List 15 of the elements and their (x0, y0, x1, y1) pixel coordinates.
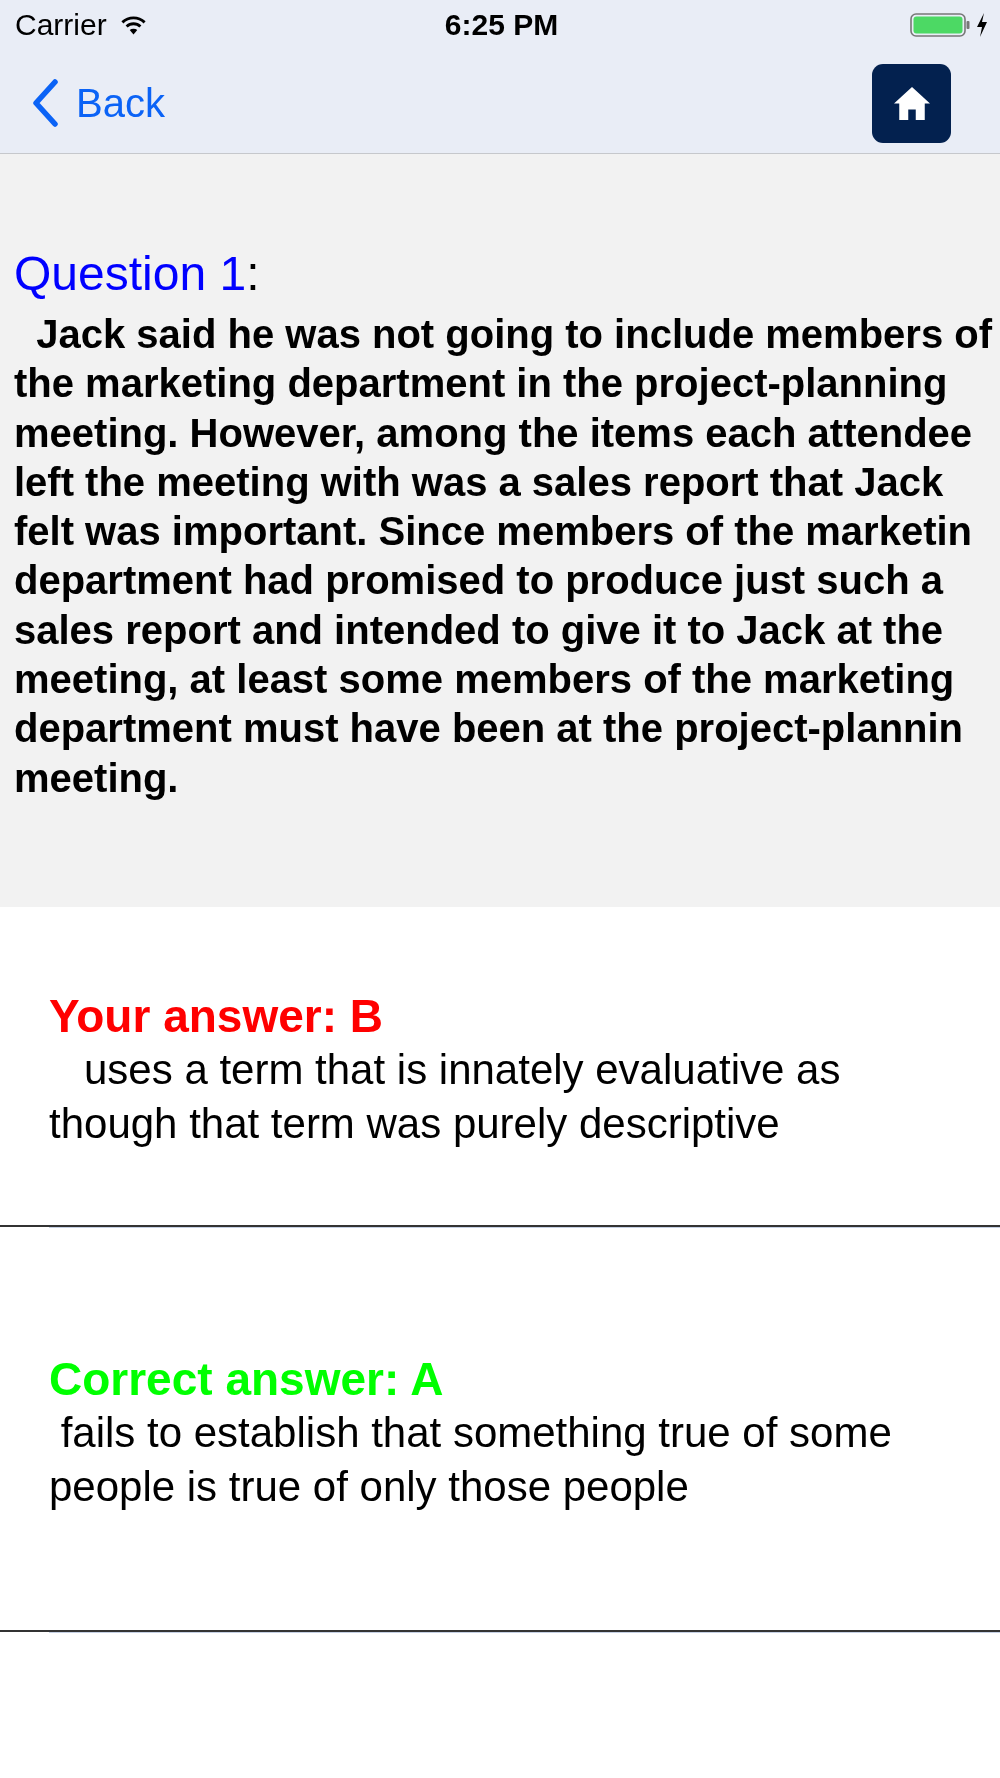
chevron-left-icon (31, 78, 59, 127)
wifi-icon (119, 15, 147, 35)
bolt-icon (976, 13, 988, 37)
answer-heading: Your answer: B (49, 989, 383, 1043)
battery-icon (910, 13, 970, 37)
question-heading: Question 1: (14, 246, 260, 302)
answer-text: fails to establish that something true of some people is true of only those people (49, 1408, 892, 1512)
home-icon (893, 87, 930, 120)
status-time: 6:25 PM (444, 7, 559, 43)
question-text: Jack said he was not going to include members of the marketing department in the project-planning meeting. However, among the items each attendee left the meeting with was a sales report that Jack felt was important. Since members of the marketin department had promised to produce just such a sales report and intended to give it to Jack at the meeting, at least some members of the marketing department must have been at the project-plannin meeting. (14, 311, 992, 802)
back-button[interactable]: Back (31, 78, 165, 127)
answer-heading: Correct answer: A (49, 1352, 444, 1406)
home-button[interactable] (872, 64, 951, 143)
carrier-name: Carrier (15, 7, 107, 43)
answer-text: uses a term that is innately evaluative as though that term was purely descriptive (49, 1045, 841, 1149)
